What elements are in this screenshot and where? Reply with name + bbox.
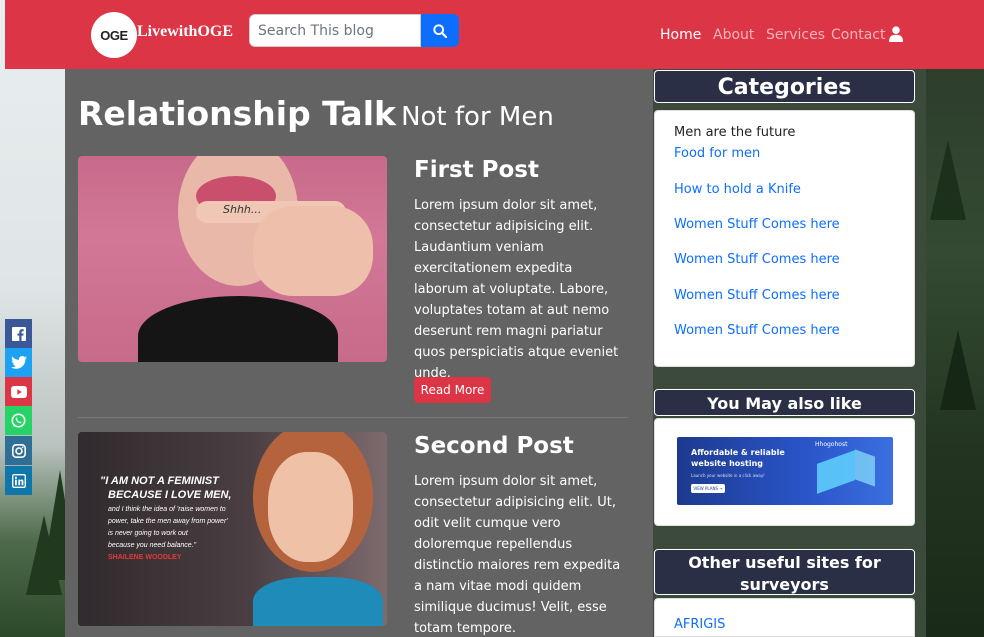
portrait-shirt xyxy=(253,577,383,626)
post-title-2[interactable]: Second Post xyxy=(414,433,574,459)
twitter-button[interactable] xyxy=(5,348,32,377)
also-like-header: You May also like xyxy=(654,389,915,416)
logo[interactable]: OGE xyxy=(91,12,137,58)
search-icon xyxy=(433,23,447,38)
categories-intro: Men are the future xyxy=(674,125,796,140)
ad-server-graphic xyxy=(817,450,855,494)
search-button[interactable] xyxy=(421,14,459,47)
quote-line-4: power, take the men away from power' xyxy=(108,518,228,525)
ad-cta: VIEW PLANS → xyxy=(691,484,725,493)
ad-headline-1: Affordable & reliable xyxy=(691,448,785,457)
post-body-1: Lorem ipsum dolor sit amet, consectetur … xyxy=(414,198,619,381)
ad-server-graphic-side xyxy=(855,449,875,487)
instagram-icon xyxy=(11,443,26,458)
quote-line-2: BECAUSE I LOVE MEN, xyxy=(108,489,232,501)
nav-services[interactable]: Services xyxy=(766,27,825,43)
page-title: Relationship Talk Not for Men xyxy=(78,94,554,133)
useful-sites-header: Other useful sites for surveyors xyxy=(654,549,915,595)
finger-text: Shhh... xyxy=(223,203,262,216)
facebook-icon xyxy=(11,326,26,341)
linkedin-button[interactable] xyxy=(5,466,32,495)
ad-headline-2: website hosting xyxy=(691,459,764,468)
category-link-knife[interactable]: How to hold a Knife xyxy=(674,182,801,197)
background-right xyxy=(926,0,984,637)
ad-sub: Launch your website in a click away! xyxy=(691,473,765,478)
facebook-button[interactable] xyxy=(5,319,32,348)
youtube-button[interactable] xyxy=(5,377,32,406)
page-title-bold: Relationship Talk xyxy=(78,94,396,133)
hosting-ad-banner[interactable]: Affordable & reliable website hosting La… xyxy=(677,437,893,505)
whatsapp-icon xyxy=(11,413,26,428)
quote-line-3: and I think the idea of 'raise women to xyxy=(108,506,226,513)
page-title-light: Not for Men xyxy=(401,102,554,132)
nav-about[interactable]: About xyxy=(713,27,754,43)
user-icon[interactable] xyxy=(889,26,903,46)
post-image-2[interactable]: "I AM NOT A FEMINIST BECAUSE I LOVE MEN,… xyxy=(78,432,387,626)
brand-name[interactable]: LivewithOGE xyxy=(137,23,233,41)
quote-line-1: "I AM NOT A FEMINIST xyxy=(100,475,219,487)
shirt-shape xyxy=(138,296,338,362)
search-input[interactable] xyxy=(249,14,421,47)
category-link-women-2[interactable]: Women Stuff Comes here xyxy=(674,252,840,267)
post-image-1[interactable]: Shhh... xyxy=(78,156,387,362)
read-more-button[interactable]: Read More xyxy=(414,377,491,403)
category-link-women-3[interactable]: Women Stuff Comes here xyxy=(674,288,840,303)
youtube-icon xyxy=(10,385,27,398)
logo-text: OGE xyxy=(100,27,128,43)
linkedin-icon xyxy=(11,473,26,488)
twitter-icon xyxy=(10,356,27,369)
post-title-1[interactable]: First Post xyxy=(414,157,539,183)
nav-home[interactable]: Home xyxy=(660,27,701,43)
quote-line-6: because you need balance." xyxy=(108,542,197,549)
quote-author: SHAILENE WOODLEY xyxy=(108,554,182,561)
quote-line-5: is never going to work out xyxy=(108,530,188,537)
post-divider xyxy=(78,417,628,418)
ad-brand: Hhogohost xyxy=(815,441,848,448)
also-like-box: Affordable & reliable website hosting La… xyxy=(654,418,915,526)
ad-headline: Affordable & reliable website hosting xyxy=(691,447,785,469)
instagram-button[interactable] xyxy=(5,436,32,465)
categories-box: Men are the future Food for men How to h… xyxy=(654,110,915,367)
categories-header: Categories xyxy=(654,70,915,103)
portrait-face xyxy=(268,452,353,562)
hand-shape xyxy=(253,206,373,296)
category-link-women-4[interactable]: Women Stuff Comes here xyxy=(674,323,840,338)
post-body-2: Lorem ipsum dolor sit amet, consectetur … xyxy=(414,474,621,636)
category-link-food[interactable]: Food for men xyxy=(674,146,760,161)
quote-text: "I AM NOT A FEMINIST BECAUSE I LOVE MEN,… xyxy=(100,474,260,564)
nav-contact[interactable]: Contact xyxy=(831,27,885,43)
main-content: Relationship Talk Not for Men Shhh... Fi… xyxy=(65,69,653,637)
useful-sites-box: AFRIGIS xyxy=(654,598,915,637)
category-link-women-1[interactable]: Women Stuff Comes here xyxy=(674,217,840,232)
whatsapp-button[interactable] xyxy=(5,406,32,435)
useful-site-afrigis[interactable]: AFRIGIS xyxy=(674,617,725,632)
